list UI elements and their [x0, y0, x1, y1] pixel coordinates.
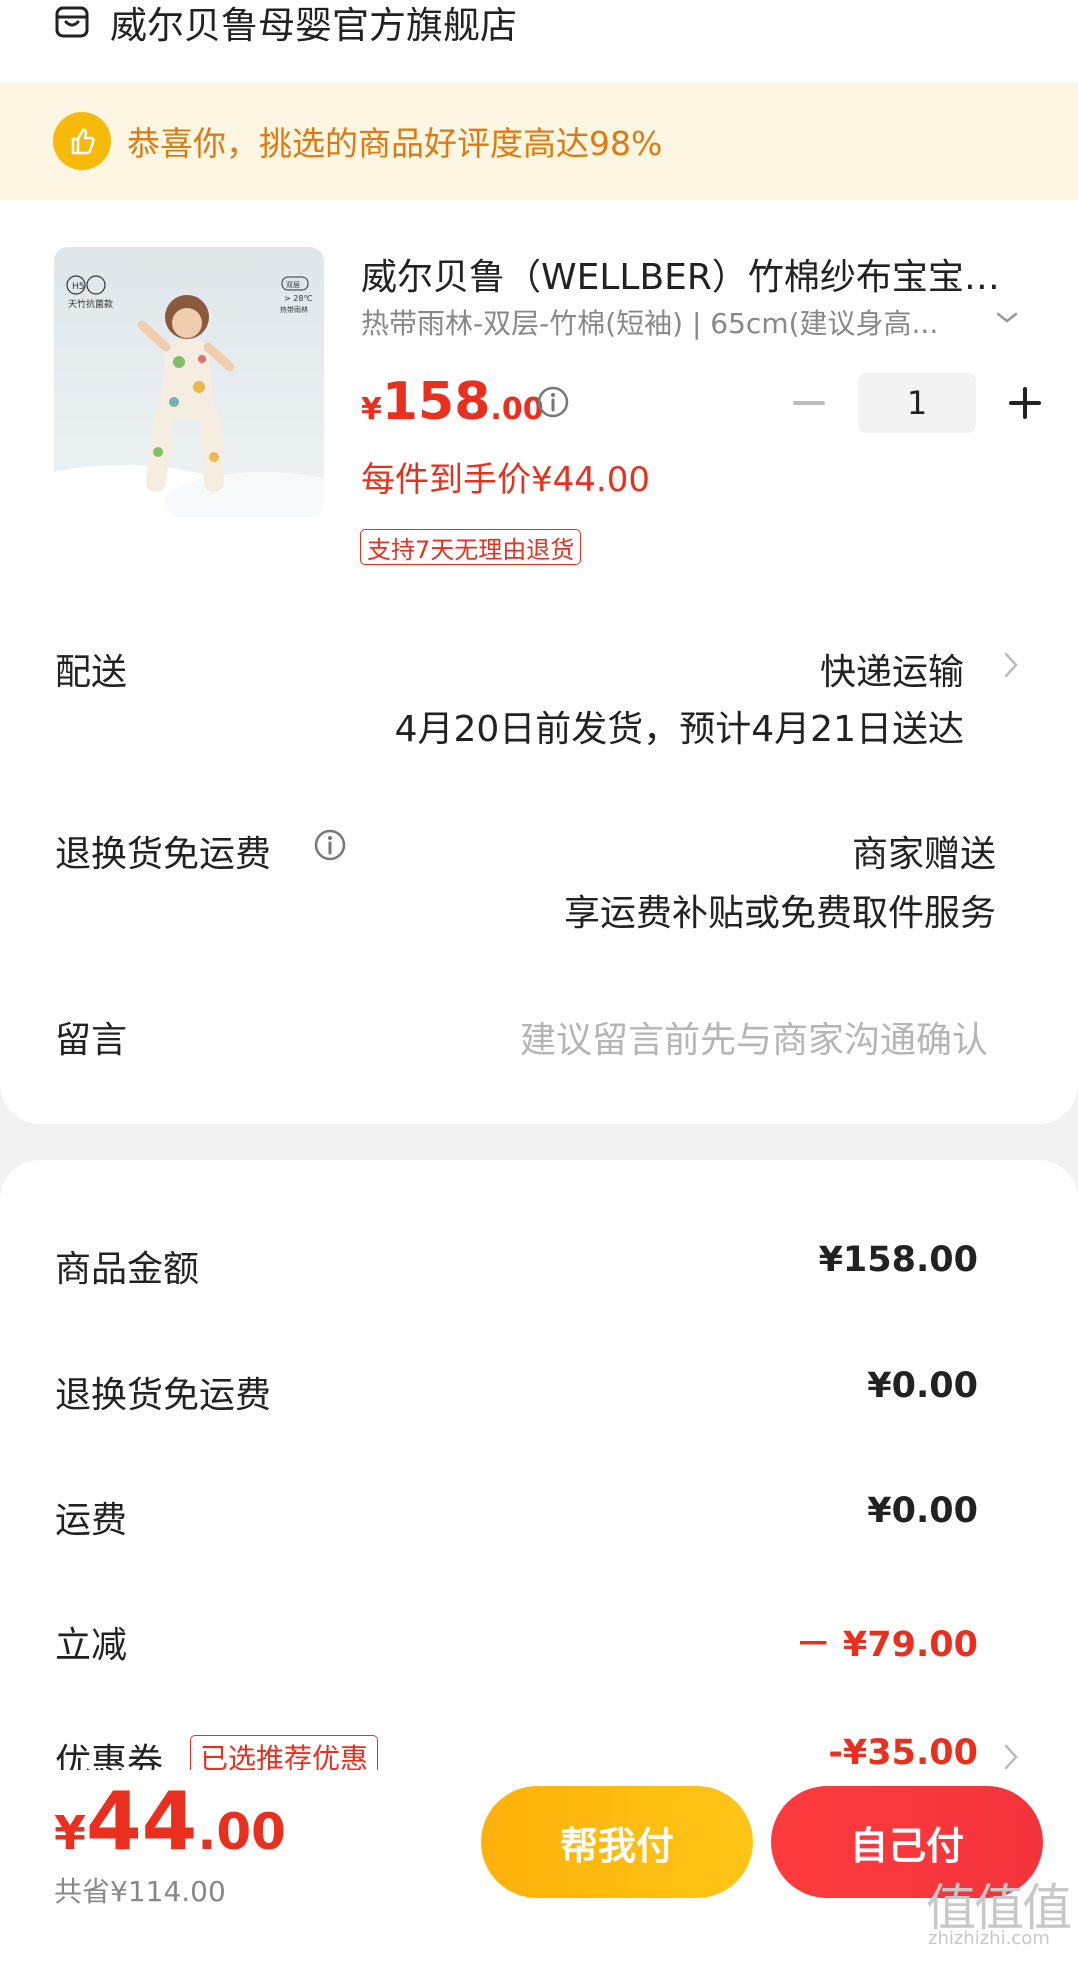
- goods-amount-label: 商品金额: [55, 1249, 200, 1290]
- order-card: 威尔贝鲁母婴官方旗舰店 恭喜你，挑选的商品好评度高达98% H5 天竹抗菌款 双…: [0, 0, 1078, 1124]
- product-title[interactable]: 威尔贝鲁（WELLBER）竹棉纱布宝宝睡袋: [361, 248, 1011, 300]
- store-header[interactable]: 威尔贝鲁母婴官方旗舰店: [54, 0, 517, 47]
- image-text-right-2: 热带雨林: [280, 305, 308, 314]
- return-fee-value: ¥0.00: [867, 1366, 978, 1406]
- info-icon[interactable]: [313, 828, 347, 862]
- info-icon[interactable]: [536, 385, 570, 419]
- coupon-value[interactable]: -¥35.00: [828, 1733, 978, 1773]
- image-text-left: 天竹抗菌款: [68, 298, 113, 310]
- delivery-method[interactable]: 快递运输: [820, 643, 964, 695]
- watermark: 值值值 zhizhizhi.com: [926, 1868, 1076, 1954]
- delivery-label: 配送: [55, 652, 128, 693]
- thumbs-up-icon: [53, 112, 111, 170]
- shop-icon: [55, 6, 89, 38]
- message-input[interactable]: 建议留言前先与商家沟通确认: [520, 1011, 988, 1063]
- return-fee-label: 退换货免运费: [55, 1375, 272, 1416]
- return-shipping-label: 退换货免运费: [55, 834, 272, 875]
- discount-value: － ¥79.00: [795, 1625, 978, 1665]
- chevron-right-icon[interactable]: [1002, 1742, 1020, 1772]
- image-text-right-1: > 28℃: [284, 294, 312, 303]
- minus-icon: [793, 401, 825, 405]
- decrease-button[interactable]: [778, 372, 840, 434]
- discount-label: 立减: [55, 1625, 128, 1666]
- quantity-stepper: 1: [778, 372, 1056, 434]
- product-price: ¥ 158 .00: [361, 372, 544, 432]
- plus-icon: [1009, 387, 1041, 419]
- store-name: 威尔贝鲁母婴官方旗舰店: [110, 4, 517, 47]
- help-pay-button[interactable]: 帮我付: [481, 1786, 753, 1898]
- chevron-down-icon[interactable]: [994, 308, 1020, 328]
- image-badge-left: H5: [72, 282, 85, 292]
- product-spec[interactable]: 热带雨林-双层-竹棉(短袖) | 65cm(建议身高...: [361, 302, 941, 342]
- product-image[interactable]: H5 天竹抗菌款 双层 > 28℃ 热带雨林: [54, 247, 324, 517]
- saved-amount: 共省¥114.00: [54, 1875, 226, 1908]
- delivery-estimate: 4月20日前发货，预计4月21日送达: [394, 709, 964, 750]
- rating-banner: 恭喜你，挑选的商品好评度高达98%: [0, 82, 1078, 200]
- banner-text: 恭喜你，挑选的商品好评度高达98%: [127, 124, 663, 163]
- shipping-label: 运费: [55, 1500, 128, 1541]
- unit-price: 每件到手价¥44.00: [361, 460, 650, 500]
- chevron-right-icon[interactable]: [1002, 650, 1020, 680]
- image-badge-right: 双层: [286, 281, 300, 289]
- goods-amount-value: ¥158.00: [818, 1240, 978, 1280]
- watermark-url: zhizhizhi.com: [928, 1928, 1050, 1949]
- return-shipping-value: 商家赠送: [851, 834, 996, 875]
- total-price: ¥ 44 .00: [54, 1775, 286, 1868]
- return-shipping-desc: 享运费补贴或免费取件服务: [563, 893, 996, 934]
- message-label: 留言: [55, 1020, 128, 1061]
- shipping-value: ¥0.00: [867, 1491, 978, 1531]
- increase-button[interactable]: [994, 372, 1056, 434]
- return-policy-tag: 支持7天无理由退货: [360, 529, 582, 565]
- quantity-field[interactable]: 1: [858, 373, 976, 433]
